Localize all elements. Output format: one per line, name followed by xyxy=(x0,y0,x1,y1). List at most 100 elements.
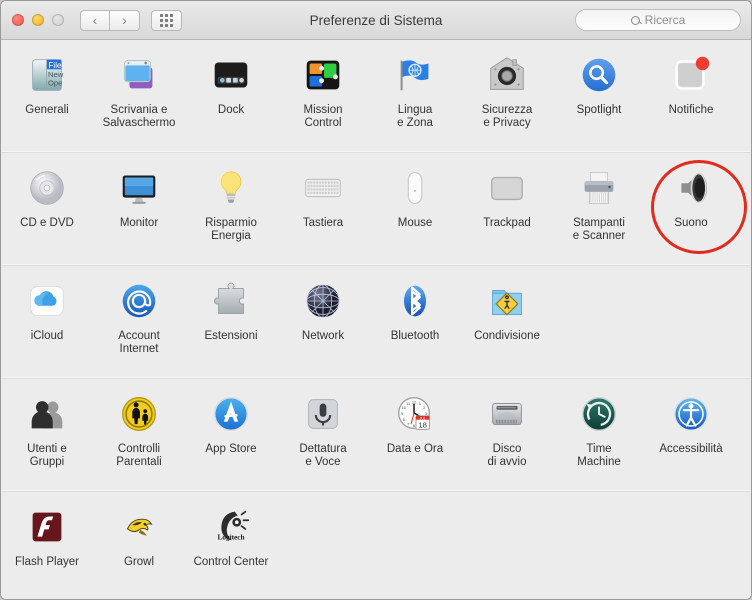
row-internet: iCloud Account Internet Estensioni Netwo… xyxy=(1,266,751,379)
pref-pane-disco-di-avvio[interactable]: Disco di avvio xyxy=(461,388,553,492)
icloud-icon xyxy=(23,277,71,325)
pref-pane-label: Generali xyxy=(25,104,69,116)
svg-text:6: 6 xyxy=(413,424,415,428)
svg-text:Ope: Ope xyxy=(48,79,62,88)
pref-pane-bluetooth[interactable]: Bluetooth xyxy=(369,275,461,379)
back-button[interactable]: ‹ xyxy=(80,9,110,31)
pref-pane-label: Utenti e Gruppi xyxy=(27,443,67,468)
search-input[interactable]: Ricerca xyxy=(575,9,741,31)
pref-pane-sicurezza[interactable]: Sicurezza e Privacy xyxy=(461,49,553,153)
pref-pane-data-e-ora[interactable]: 121234567891011 JUL 18Data e Ora xyxy=(369,388,461,492)
window-controls xyxy=(12,14,64,26)
pref-pane-label: Network xyxy=(301,330,345,342)
mouse-icon xyxy=(391,164,439,212)
pref-pane-tastiera[interactable]: Tastiera xyxy=(277,162,369,266)
dictation-speech-icon xyxy=(299,390,347,438)
bluetooth-icon xyxy=(391,277,439,325)
dock-icon xyxy=(207,51,255,99)
pref-pane-spotlight[interactable]: Spotlight xyxy=(553,49,645,153)
svg-text:9: 9 xyxy=(401,412,403,416)
pref-pane-monitor[interactable]: Monitor xyxy=(93,162,185,266)
notifications-icon xyxy=(667,51,715,99)
svg-text:7: 7 xyxy=(407,422,409,426)
pref-pane-label: Notifiche xyxy=(668,104,714,116)
chevron-right-icon: › xyxy=(122,12,127,28)
search-icon xyxy=(630,15,640,25)
pref-pane-mission-control[interactable]: Mission Control xyxy=(277,49,369,153)
security-privacy-icon xyxy=(483,51,531,99)
pref-pane-utenti-e-gruppi[interactable]: Utenti e Gruppi xyxy=(1,388,93,492)
pref-pane-label: Suono xyxy=(674,217,708,229)
extensions-icon xyxy=(207,277,255,325)
navigation-buttons: ‹ › xyxy=(80,9,140,31)
date-time-icon: 121234567891011 JUL 18 xyxy=(391,390,439,438)
pref-pane-scrivania[interactable]: Scrivania e Salvaschermo xyxy=(93,49,185,153)
pref-pane-label: iCloud xyxy=(30,330,64,342)
pref-pane-stampanti[interactable]: Stampanti e Scanner xyxy=(553,162,645,266)
parental-controls-icon xyxy=(115,390,163,438)
pref-pane-label: Tastiera xyxy=(302,217,344,229)
pref-pane-label: Monitor xyxy=(119,217,159,229)
pref-pane-label: Mission Control xyxy=(303,104,343,129)
svg-text:11: 11 xyxy=(406,402,410,406)
cd-dvd-icon xyxy=(23,164,71,212)
pref-pane-dettatura-e-voce[interactable]: Dettatura e Voce xyxy=(277,388,369,492)
chevron-left-icon: ‹ xyxy=(92,12,98,28)
pref-pane-icloud[interactable]: iCloud xyxy=(1,275,93,379)
window-titlebar: ‹ › Preferenze di Sistema Ricerca xyxy=(1,1,751,40)
pref-pane-condivisione[interactable]: Condivisione xyxy=(461,275,553,379)
svg-text:File: File xyxy=(48,61,62,70)
pref-pane-label: Lingua e Zona xyxy=(397,104,433,129)
pref-pane-label: App Store xyxy=(205,443,257,455)
display-icon xyxy=(115,164,163,212)
pref-pane-network[interactable]: Network xyxy=(277,275,369,379)
pref-pane-label: Estensioni xyxy=(204,330,258,342)
svg-text:1: 1 xyxy=(419,402,421,406)
accessibility-icon xyxy=(667,390,715,438)
pref-pane-control-center[interactable]: Logitech Control Center xyxy=(185,501,277,597)
flash-player-icon xyxy=(23,503,71,551)
pref-pane-time-machine[interactable]: Time Machine xyxy=(553,388,645,492)
pref-pane-label: Scrivania e Salvaschermo xyxy=(102,104,176,129)
preference-panes-grid: File New Ope Generali Scrivania e Salvas… xyxy=(1,40,751,599)
pref-pane-lingua-e-zona[interactable]: Lingua e Zona xyxy=(369,49,461,153)
pref-pane-risparmio-energia[interactable]: Risparmio Energia xyxy=(185,162,277,266)
pref-pane-label: Dock xyxy=(217,104,245,116)
network-icon xyxy=(299,277,347,325)
svg-text:18: 18 xyxy=(418,420,427,429)
pref-pane-account-internet[interactable]: Account Internet xyxy=(93,275,185,379)
users-groups-icon xyxy=(23,390,71,438)
row-hardware: CD e DVD Monitor Risparmio Energia Tasti… xyxy=(1,153,751,266)
desktop-screensaver-icon xyxy=(115,51,163,99)
pref-pane-generali[interactable]: File New Ope Generali xyxy=(1,49,93,153)
pref-pane-notifiche[interactable]: Notifiche xyxy=(645,49,737,153)
sharing-icon xyxy=(483,277,531,325)
pref-pane-mouse[interactable]: Mouse xyxy=(369,162,461,266)
pref-pane-estensioni[interactable]: Estensioni xyxy=(185,275,277,379)
svg-text:2: 2 xyxy=(423,406,425,410)
time-machine-icon xyxy=(575,390,623,438)
printers-scanners-icon xyxy=(575,164,623,212)
grid-icon xyxy=(160,13,173,27)
show-all-button[interactable] xyxy=(151,9,182,31)
pref-pane-accessibilita[interactable]: Accessibilità xyxy=(645,388,737,492)
svg-text:8: 8 xyxy=(403,418,405,422)
forward-button[interactable]: › xyxy=(110,9,140,31)
pref-pane-label: Growl xyxy=(123,556,155,568)
pref-pane-flash-player[interactable]: Flash Player xyxy=(1,501,93,597)
svg-text:10: 10 xyxy=(402,406,406,410)
pref-pane-trackpad[interactable]: Trackpad xyxy=(461,162,553,266)
minimize-button[interactable] xyxy=(32,14,44,26)
pref-pane-app-store[interactable]: App Store xyxy=(185,388,277,492)
general-icon: File New Ope xyxy=(23,51,71,99)
pref-pane-suono[interactable]: Suono xyxy=(645,162,737,266)
pref-pane-cd-e-dvd[interactable]: CD e DVD xyxy=(1,162,93,266)
internet-accounts-icon xyxy=(115,277,163,325)
row-other: Flash Player Growl Logitech Control Cente… xyxy=(1,492,751,597)
pref-pane-dock[interactable]: Dock xyxy=(185,49,277,153)
close-button[interactable] xyxy=(12,14,24,26)
pref-pane-controlli-parentali[interactable]: Controlli Parentali xyxy=(93,388,185,492)
energy-saver-icon xyxy=(207,164,255,212)
pref-pane-growl[interactable]: Growl xyxy=(93,501,185,597)
pref-pane-label: Controlli Parentali xyxy=(116,443,162,468)
